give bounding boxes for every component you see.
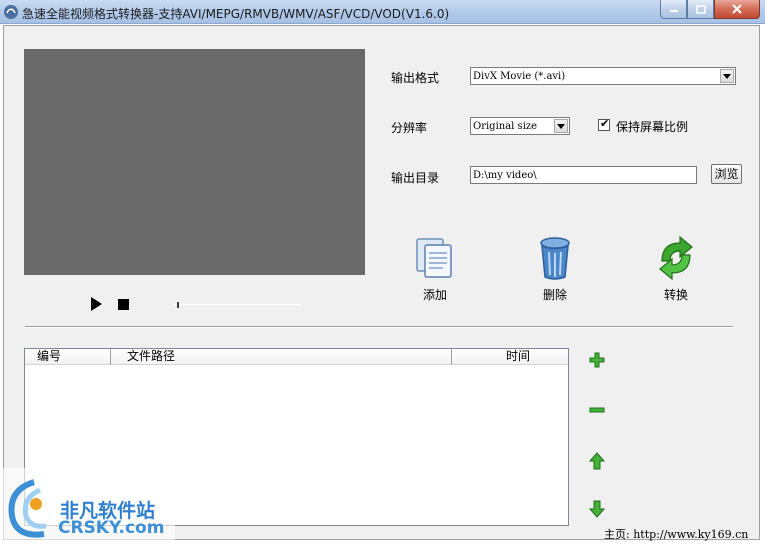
minimize-icon — [669, 10, 678, 12]
format-label: 输出格式 — [391, 71, 440, 85]
divider — [25, 326, 733, 328]
resolution-label: 分辨率 — [391, 121, 428, 135]
close-button[interactable] — [714, 0, 760, 19]
video-preview — [24, 49, 365, 275]
chevron-down-icon[interactable] — [720, 69, 734, 83]
resolution-value: Original size — [473, 121, 538, 132]
output-dir-label: 输出目录 — [391, 171, 440, 185]
keep-ratio-checkbox[interactable]: ✔ — [598, 117, 610, 131]
file-list-header: 编号 文件路径 时间 — [25, 349, 568, 365]
convert-label: 转换 — [663, 288, 688, 302]
maximize-icon — [695, 4, 706, 14]
seek-thumb[interactable] — [177, 302, 179, 308]
move-up-icon[interactable] — [588, 452, 606, 470]
watermark-text-en: CRSKY.com — [58, 518, 165, 538]
remove-icon[interactable] — [588, 401, 606, 419]
browse-button[interactable]: 浏览 — [711, 164, 742, 184]
convert-arrows-icon — [659, 235, 693, 281]
column-header-path[interactable]: 文件路径 — [111, 349, 452, 365]
add-label: 添加 — [422, 288, 447, 302]
column-header-number[interactable]: 编号 — [25, 349, 111, 365]
minimize-button[interactable] — [660, 0, 687, 19]
watermark-logo: 非凡软件站 CRSKY.com — [0, 468, 175, 545]
format-select[interactable]: DivX Movie (*.avi) — [470, 67, 736, 85]
close-icon — [732, 4, 742, 14]
homepage-text: 主页: http://www.ky169.cn — [604, 528, 749, 541]
output-dir-value: D:\my video\ — [473, 170, 537, 181]
title-bar[interactable]: 急速全能视频格式转换器-支持AVI/MEPG/RMVB/WMV/ASF/VCD/… — [0, 0, 765, 24]
play-icon[interactable] — [90, 297, 103, 311]
seek-track — [174, 304, 302, 305]
chevron-down-icon[interactable] — [554, 119, 568, 133]
check-icon: ✔ — [600, 117, 610, 130]
delete-button[interactable]: 删除 — [525, 235, 585, 315]
add-button[interactable]: 添加 — [405, 235, 465, 315]
column-header-time-label: 时间 — [506, 349, 531, 363]
convert-button[interactable]: 转换 — [646, 235, 706, 315]
column-header-path-label: 文件路径 — [127, 349, 176, 363]
output-dir-input[interactable]: D:\my video\ — [470, 166, 697, 184]
resolution-select[interactable]: Original size — [470, 117, 570, 135]
keep-ratio-label: 保持屏幕比例 — [616, 120, 689, 134]
format-value: DivX Movie (*.avi) — [473, 71, 566, 82]
stop-icon[interactable] — [118, 299, 129, 310]
main-panel: 输出格式 DivX Movie (*.avi) 分辨率 Original siz… — [3, 25, 760, 540]
column-header-time[interactable]: 时间 — [452, 349, 568, 365]
add-icon[interactable] — [588, 351, 606, 369]
window-title: 急速全能视频格式转换器-支持AVI/MEPG/RMVB/WMV/ASF/VCD/… — [22, 7, 450, 21]
add-file-icon — [416, 238, 452, 278]
maximize-button[interactable] — [687, 0, 714, 19]
seek-slider[interactable] — [174, 302, 302, 308]
move-down-icon[interactable] — [588, 500, 606, 518]
delete-label: 删除 — [542, 288, 567, 302]
column-header-number-label: 编号 — [37, 349, 62, 363]
trash-icon — [540, 237, 570, 280]
app-icon — [4, 5, 18, 19]
